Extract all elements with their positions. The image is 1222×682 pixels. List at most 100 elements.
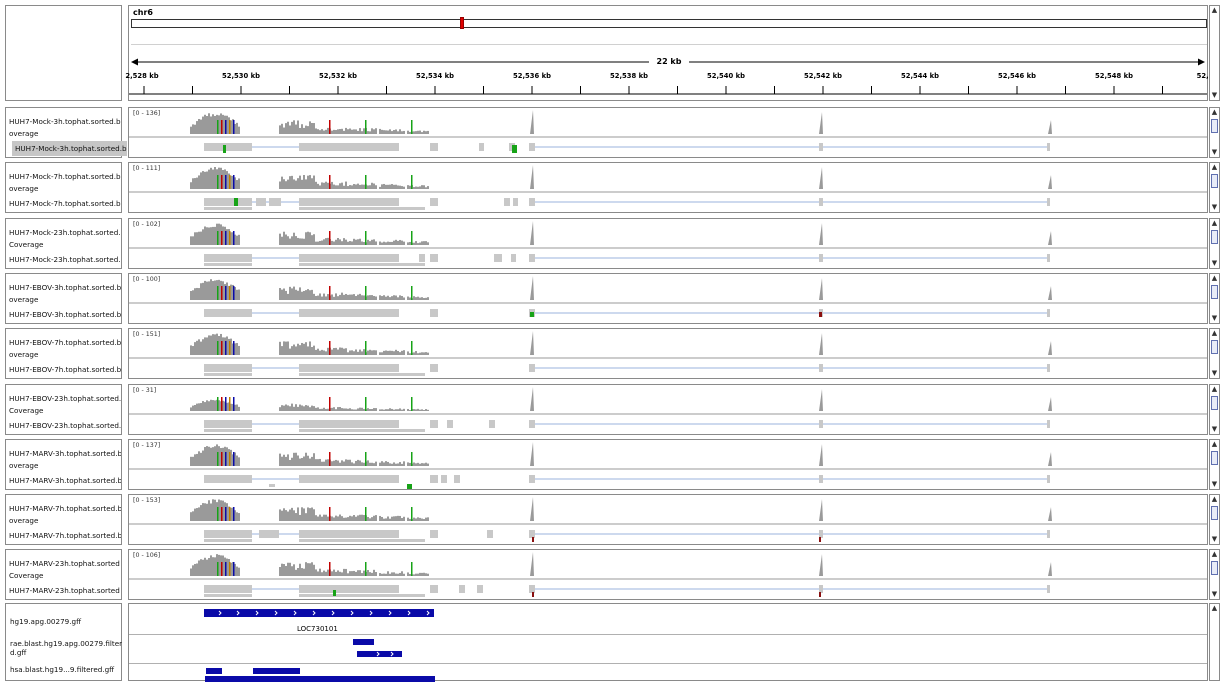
coverage-track-label[interactable]: HUH7-MARV-3h.tophat.sorted.b overage (9, 448, 121, 471)
reads-track-label[interactable]: HUH7-Mock-23h.tophat.sorted. (9, 252, 121, 267)
coverage-track-label[interactable]: HUH7-Mock-3h.tophat.sorted.b overage (9, 116, 121, 139)
track-scrollbar[interactable]: ▲ ▼ (1209, 439, 1220, 490)
scroll-down-icon[interactable]: ▼ (1210, 535, 1219, 544)
coverage-track-label[interactable]: HUH7-EBOV-3h.tophat.sorted.b overage (9, 282, 121, 305)
track-graphics (129, 552, 1207, 597)
scroll-up-icon[interactable]: ▲ (1210, 219, 1219, 228)
coverage-track-label[interactable]: HUH7-MARV-7h.tophat.sorted.b overage (9, 503, 121, 526)
track-data-panel[interactable]: [0 - 151] (128, 328, 1208, 379)
scroll-down-icon[interactable]: ▼ (1210, 425, 1219, 434)
scroll-down-icon[interactable]: ▼ (1210, 590, 1219, 599)
feature-track-label-1[interactable]: hg19.apg.00279.gff (10, 617, 122, 626)
data-range-label: [0 - 153] (133, 497, 161, 504)
data-range-label: [0 - 31] (133, 387, 157, 394)
track-scrollbar[interactable]: ▲ ▼ (1209, 384, 1220, 435)
track-data-panel[interactable]: [0 - 136] (128, 107, 1208, 158)
scroll-thumb[interactable] (1211, 340, 1218, 354)
track-name-panel: HUH7-MARV-3h.tophat.sorted.b overage HUH7… (5, 439, 122, 490)
data-range-label: [0 - 137] (133, 442, 161, 449)
track-name-panel: HUH7-EBOV-23h.tophat.sorted. Coverage HUH… (5, 384, 122, 435)
scroll-thumb[interactable] (1211, 119, 1218, 133)
chromosome-ideogram[interactable] (131, 19, 1207, 28)
coverage-track-label[interactable]: HUH7-EBOV-7h.tophat.sorted.b overage (9, 337, 121, 360)
scroll-up-icon[interactable]: ▲ (1210, 274, 1219, 283)
scroll-thumb[interactable] (1211, 285, 1218, 299)
track-name-panel: HUH7-EBOV-3h.tophat.sorted.b overage HUH7… (5, 273, 122, 324)
feature-track-label-2[interactable]: rae.blast.hg19.apg.00279.filtere d.gff (10, 639, 122, 657)
reads-track-label[interactable]: HUH7-MARV-3h.tophat.sorted.b (9, 473, 121, 488)
scroll-down-icon[interactable]: ▼ (1210, 369, 1219, 378)
track-graphics (129, 387, 1207, 432)
scroll-down-icon[interactable]: ▼ (1210, 91, 1219, 100)
ruler-ticks (129, 86, 1207, 95)
scroll-thumb[interactable] (1211, 451, 1218, 465)
span-label: 22 kb (656, 57, 682, 66)
gene-feature-loc730101 (204, 609, 434, 617)
track-name-panel: HUH7-Mock-7h.tophat.sorted.b overage HUH7… (5, 162, 122, 213)
feature-glyphs[interactable] (129, 604, 1207, 682)
data-range-label: [0 - 136] (133, 110, 161, 117)
scroll-down-icon[interactable]: ▼ (1210, 203, 1219, 212)
scroll-up-icon[interactable]: ▲ (1210, 108, 1219, 117)
scroll-down-icon[interactable]: ▼ (1210, 259, 1219, 268)
track-data-panel[interactable]: [0 - 111] (128, 162, 1208, 213)
scroll-down-icon[interactable]: ▼ (1210, 148, 1219, 157)
feature-track-label-3[interactable]: hsa.blast.hg19...9.filtered.gff (10, 665, 122, 674)
scroll-thumb[interactable] (1211, 506, 1218, 520)
track-graphics (129, 276, 1207, 317)
track-name-panel: HUH7-MARV-7h.tophat.sorted.b overage HUH7… (5, 494, 122, 545)
track-scrollbar[interactable]: ▲ ▼ (1209, 162, 1220, 213)
coverage-track-label[interactable]: HUH7-Mock-23h.tophat.sorted. Coverage (9, 227, 121, 250)
track-data-panel[interactable]: [0 - 153] (128, 494, 1208, 545)
scroll-up-icon[interactable]: ▲ (1210, 495, 1219, 504)
track-data-panel[interactable]: [0 - 137] (128, 439, 1208, 490)
reads-track-label[interactable]: HUH7-MARV-23h.tophat.sorted (9, 583, 121, 598)
hsa-blast-hit-1 (206, 668, 222, 674)
scroll-up-icon[interactable]: ▲ (1210, 329, 1219, 338)
scroll-up-icon[interactable]: ▲ (1210, 6, 1219, 15)
coverage-track-label[interactable]: HUH7-Mock-7h.tophat.sorted.b overage (9, 171, 121, 194)
scroll-up-icon[interactable]: ▲ (1210, 604, 1219, 613)
scroll-up-icon[interactable]: ▲ (1210, 163, 1219, 172)
track-graphics (129, 110, 1207, 153)
track-data-panel[interactable]: [0 - 31] (128, 384, 1208, 435)
reads-track-label[interactable]: HUH7-Mock-3h.tophat.sorted.b (12, 141, 127, 156)
scroll-down-icon[interactable]: ▼ (1210, 314, 1219, 323)
coverage-track-label[interactable]: HUH7-MARV-23h.tophat.sorted Coverage (9, 558, 121, 581)
track-data-panel[interactable]: [0 - 100] (128, 273, 1208, 324)
track-scrollbar[interactable]: ▲ ▼ (1209, 273, 1220, 324)
track-name-panel: HUH7-MARV-23h.tophat.sorted Coverage HUH7… (5, 549, 122, 600)
scroll-thumb[interactable] (1211, 230, 1218, 244)
reads-track-label[interactable]: HUH7-MARV-7h.tophat.sorted.b (9, 528, 121, 543)
reads-track-label[interactable]: HUH7-EBOV-23h.tophat.sorted. (9, 418, 121, 433)
scroll-thumb[interactable] (1211, 174, 1218, 188)
header-scrollbar[interactable]: ▲ ▼ (1209, 5, 1220, 101)
ideogram-underline (131, 44, 1207, 45)
reads-track-label[interactable]: HUH7-EBOV-7h.tophat.sorted.b (9, 362, 121, 377)
track-scrollbar[interactable]: ▲ ▼ (1209, 549, 1220, 600)
scroll-up-icon[interactable]: ▲ (1210, 440, 1219, 449)
track-data-panel[interactable]: [0 - 102] (128, 218, 1208, 269)
track-scrollbar[interactable]: ▲ ▼ (1209, 328, 1220, 379)
data-range-label: [0 - 151] (133, 331, 161, 338)
scroll-down-icon[interactable]: ▼ (1210, 480, 1219, 489)
data-range-label: [0 - 100] (133, 276, 161, 283)
feature-scrollbar[interactable]: ▲ (1209, 603, 1220, 681)
track-graphics (129, 221, 1207, 266)
rae-blast-hit-1 (353, 639, 374, 645)
reads-track-label[interactable]: HUH7-Mock-7h.tophat.sorted.b (9, 196, 121, 211)
coverage-track-label[interactable]: HUH7-EBOV-23h.tophat.sorted. Coverage (9, 393, 121, 416)
feature-name-panel: hg19.apg.00279.gff rae.blast.hg19.apg.00… (5, 603, 122, 681)
gene-name-label: LOC730101 (297, 625, 338, 633)
hsa-blast-hit-2 (253, 668, 300, 674)
scroll-up-icon[interactable]: ▲ (1210, 385, 1219, 394)
reads-track-label[interactable]: HUH7-EBOV-3h.tophat.sorted.b (9, 307, 121, 322)
track-scrollbar[interactable]: ▲ ▼ (1209, 218, 1220, 269)
scroll-thumb[interactable] (1211, 396, 1218, 410)
ruler[interactable]: 2,528 kb 52,530 kb 52,532 kb 52,534 kb 52,53… (125, 70, 1213, 100)
scroll-up-icon[interactable]: ▲ (1210, 550, 1219, 559)
scroll-thumb[interactable] (1211, 561, 1218, 575)
track-data-panel[interactable]: [0 - 106] (128, 549, 1208, 600)
track-scrollbar[interactable]: ▲ ▼ (1209, 494, 1220, 545)
track-scrollbar[interactable]: ▲ ▼ (1209, 107, 1220, 158)
